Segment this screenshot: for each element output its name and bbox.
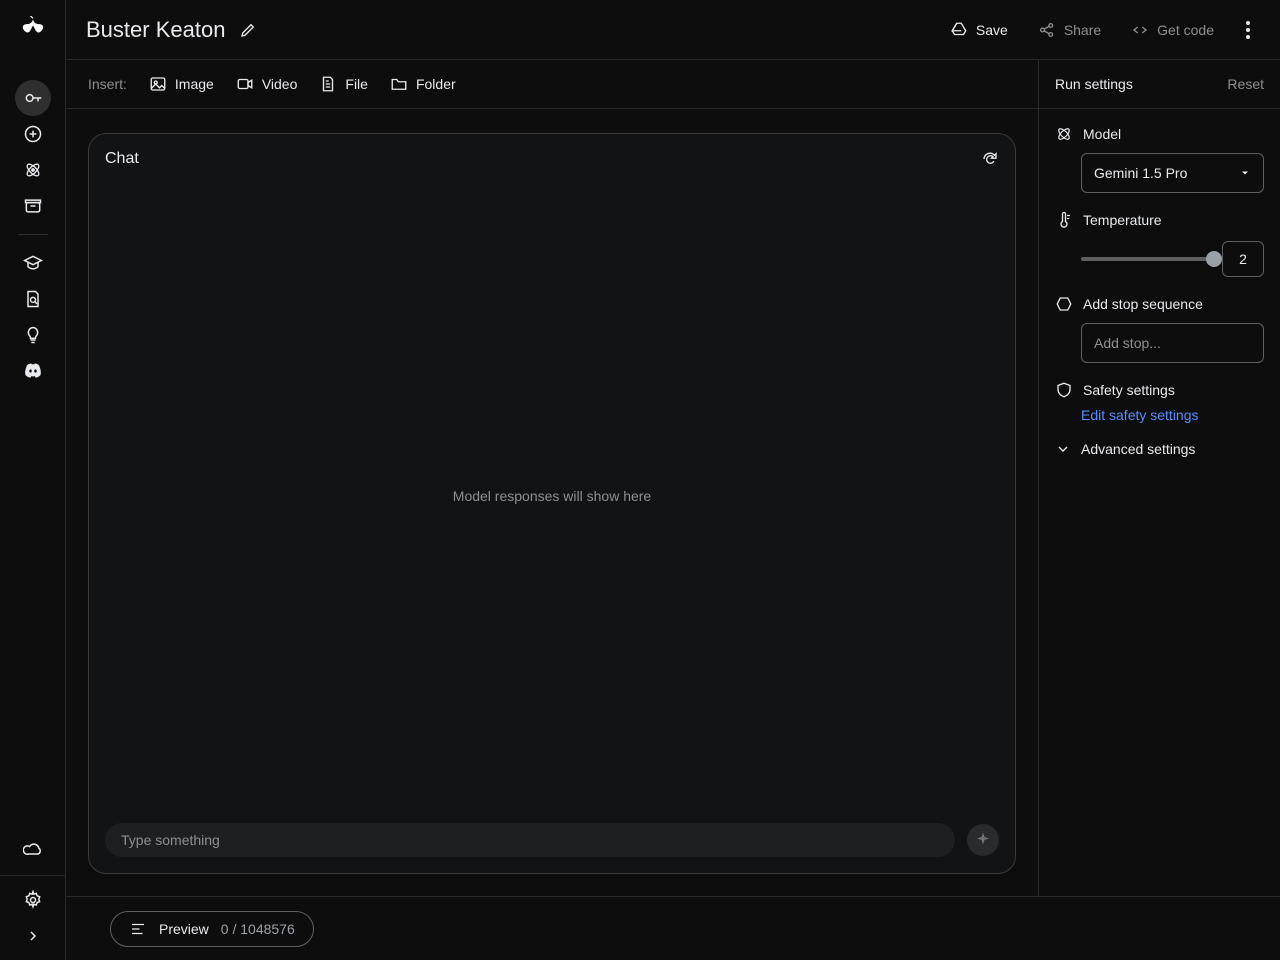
temperature-slider[interactable] xyxy=(1081,257,1214,261)
code-icon xyxy=(1131,21,1149,39)
insert-file-button[interactable]: File xyxy=(319,75,368,93)
folder-icon xyxy=(390,75,408,93)
advanced-settings-toggle[interactable]: Advanced settings xyxy=(1055,441,1264,457)
sidebar-add[interactable] xyxy=(15,116,51,152)
insert-image-button[interactable]: Image xyxy=(149,75,214,93)
temperature-label: Temperature xyxy=(1083,212,1162,228)
chevron-right-icon xyxy=(25,928,41,944)
lightbulb-icon xyxy=(23,325,43,345)
app-logo xyxy=(19,0,47,60)
refresh-icon xyxy=(981,150,999,168)
drive-icon xyxy=(950,21,968,39)
page-title: Buster Keaton xyxy=(86,17,225,43)
insert-video-button[interactable]: Video xyxy=(236,75,298,93)
edit-safety-settings-link[interactable]: Edit safety settings xyxy=(1081,407,1264,423)
file-icon xyxy=(319,75,337,93)
share-label: Share xyxy=(1064,22,1101,38)
graduation-cap-icon xyxy=(23,253,43,273)
token-count: 0 / 1048576 xyxy=(221,921,295,937)
share-button[interactable]: Share xyxy=(1030,15,1109,45)
preview-label: Preview xyxy=(159,921,209,937)
insert-label: Insert: xyxy=(88,76,127,92)
divider xyxy=(18,234,48,235)
run-settings-title: Run settings xyxy=(1055,76,1133,92)
slider-thumb[interactable] xyxy=(1206,251,1222,267)
bottombar: Preview 0 / 1048576 xyxy=(66,896,1280,960)
reset-button[interactable]: Reset xyxy=(1227,76,1264,92)
butterfly-icon xyxy=(19,16,47,44)
sidebar-discord[interactable] xyxy=(15,353,51,389)
shield-icon xyxy=(1055,381,1073,399)
sparkle-icon xyxy=(974,831,992,849)
atom-icon xyxy=(23,160,43,180)
share-icon xyxy=(1038,21,1056,39)
sidebar-ideas[interactable] xyxy=(15,317,51,353)
insert-toolbar: Insert: Image Video File Folder xyxy=(66,60,1038,109)
chat-card: Chat Model responses will show here xyxy=(88,133,1016,874)
sidebar-atom[interactable] xyxy=(15,152,51,188)
sidebar-key[interactable] xyxy=(15,80,51,116)
pencil-icon xyxy=(239,21,257,39)
safety-settings-label: Safety settings xyxy=(1083,382,1175,398)
model-select[interactable]: Gemini 1.5 Pro xyxy=(1081,153,1264,193)
preview-button[interactable]: Preview 0 / 1048576 xyxy=(110,911,314,947)
topbar: Buster Keaton Save Share Get code xyxy=(66,0,1280,60)
sidebar-doc-search[interactable] xyxy=(15,281,51,317)
advanced-settings-label: Advanced settings xyxy=(1081,441,1195,457)
chevron-down-icon xyxy=(1055,441,1071,457)
save-label: Save xyxy=(976,22,1008,38)
send-button[interactable] xyxy=(967,824,999,856)
get-code-button[interactable]: Get code xyxy=(1123,15,1222,45)
hexagon-icon xyxy=(1055,295,1073,313)
key-icon xyxy=(23,88,43,108)
editor-area: Insert: Image Video File Folder xyxy=(66,60,1039,896)
chat-empty-state: Model responses will show here xyxy=(105,168,999,823)
stop-sequence-input[interactable] xyxy=(1081,323,1264,363)
chat-input[interactable] xyxy=(105,823,955,857)
sidebar-settings[interactable] xyxy=(15,882,51,918)
image-icon xyxy=(149,75,167,93)
chat-title: Chat xyxy=(105,150,139,168)
main: Buster Keaton Save Share Get code Insert… xyxy=(66,0,1280,960)
model-selected-value: Gemini 1.5 Pro xyxy=(1094,165,1187,181)
sidebar-archive[interactable] xyxy=(15,188,51,224)
temperature-value[interactable]: 2 xyxy=(1222,241,1264,277)
sidebar-cloud[interactable] xyxy=(15,831,51,867)
caret-down-icon xyxy=(1239,167,1251,179)
cloud-icon xyxy=(23,839,43,859)
video-icon xyxy=(236,75,254,93)
gear-icon xyxy=(23,890,43,910)
sidebar-learn[interactable] xyxy=(15,245,51,281)
edit-title-button[interactable] xyxy=(239,21,257,39)
atom-icon xyxy=(1055,125,1073,143)
thermometer-icon xyxy=(1055,211,1073,229)
run-settings-panel: Run settings Reset Model Gemini 1.5 Pro xyxy=(1039,60,1280,896)
refresh-chat-button[interactable] xyxy=(981,150,999,168)
sidebar xyxy=(0,0,66,960)
more-menu-button[interactable] xyxy=(1236,15,1260,45)
model-label: Model xyxy=(1083,126,1121,142)
plus-circle-icon xyxy=(23,124,43,144)
archive-icon xyxy=(23,196,43,216)
discord-icon xyxy=(23,361,43,381)
notes-icon xyxy=(129,920,147,938)
sidebar-expand[interactable] xyxy=(15,918,51,954)
document-search-icon xyxy=(23,289,43,309)
insert-folder-button[interactable]: Folder xyxy=(390,75,456,93)
save-button[interactable]: Save xyxy=(942,15,1016,45)
get-code-label: Get code xyxy=(1157,22,1214,38)
stop-sequence-label: Add stop sequence xyxy=(1083,296,1203,312)
